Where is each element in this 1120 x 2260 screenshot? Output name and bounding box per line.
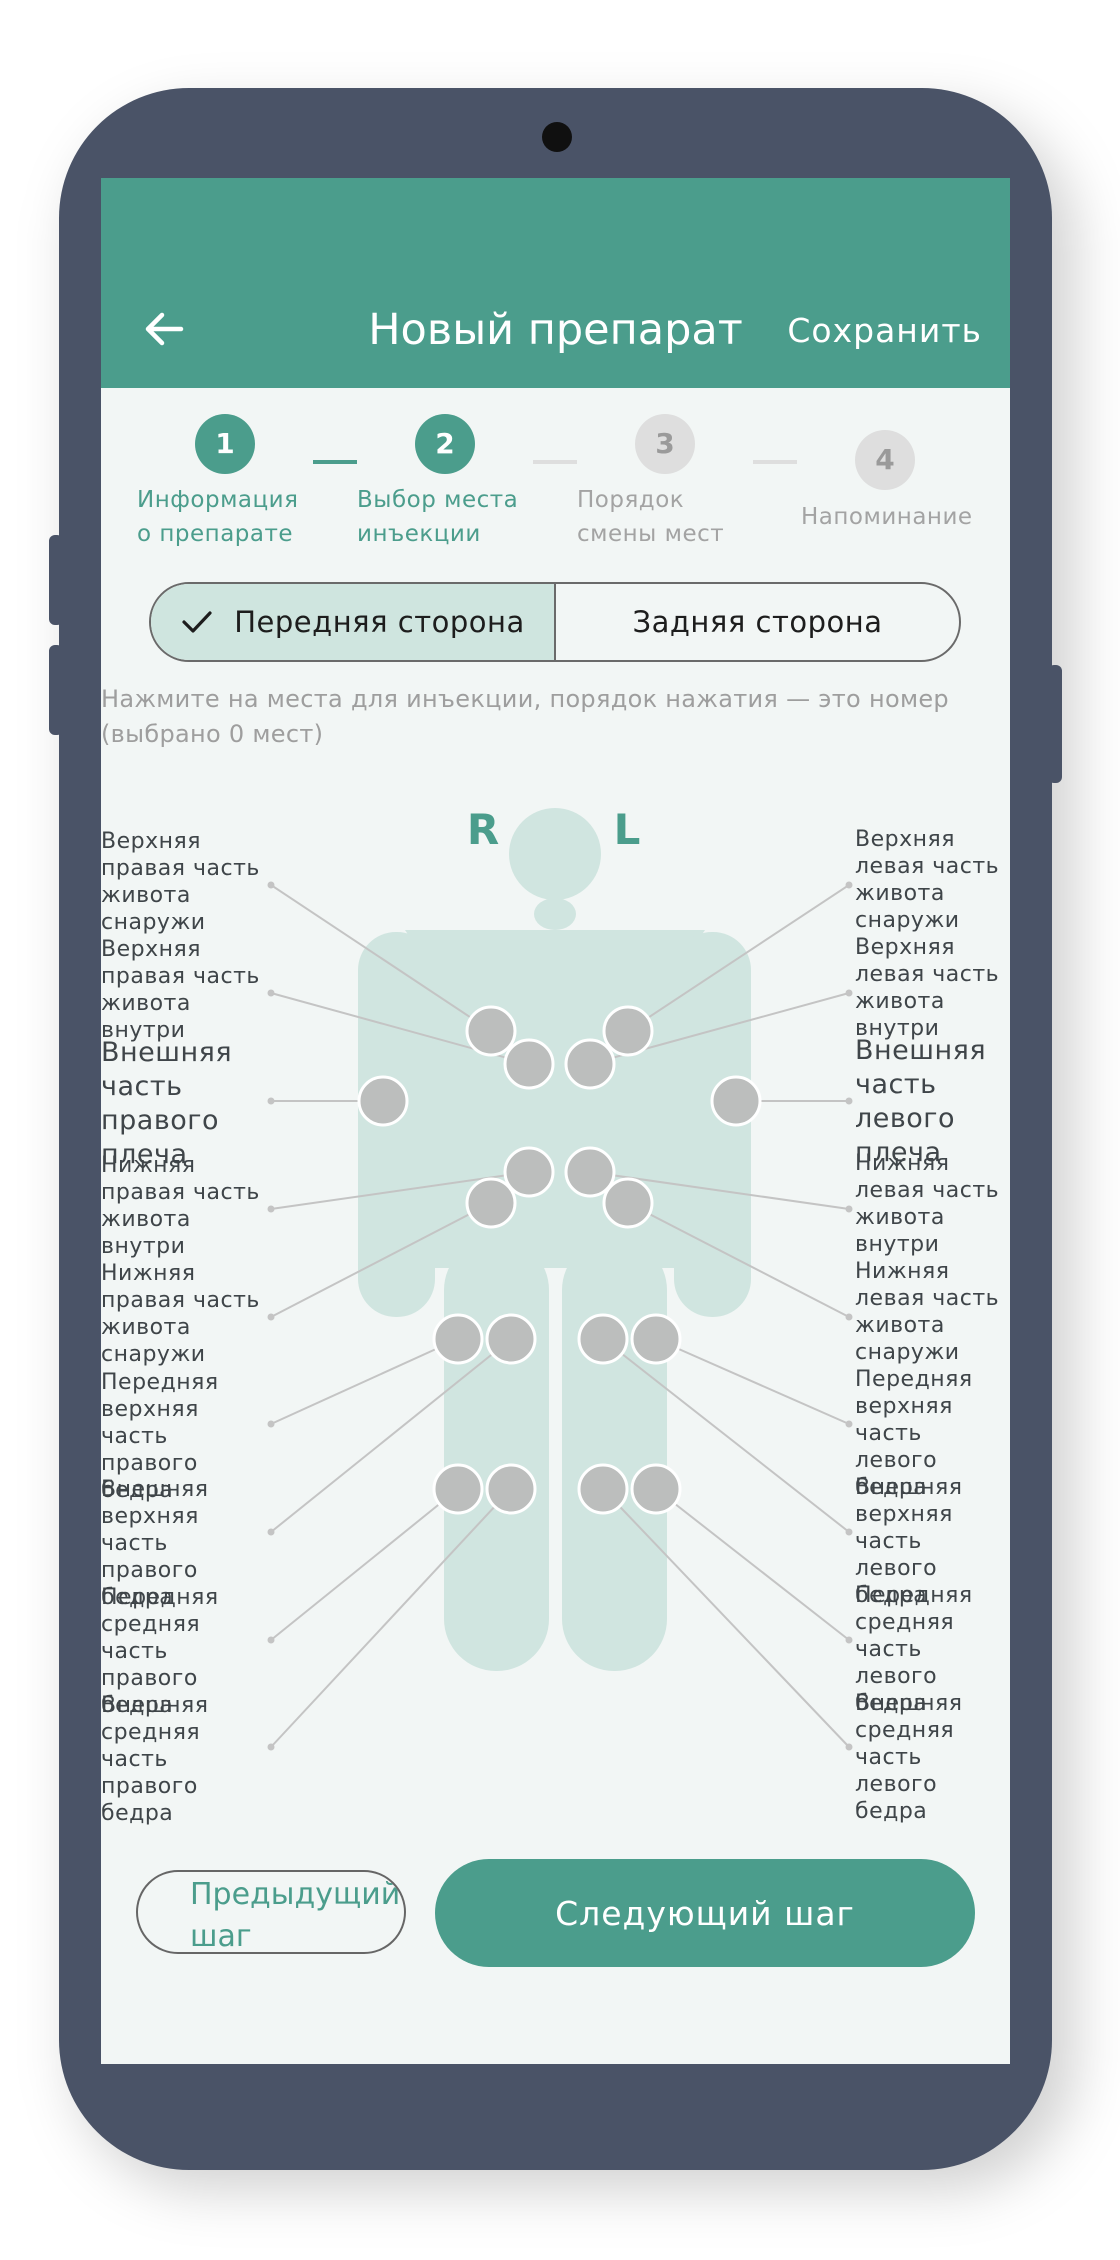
injection-site-right-lower-abdomen-outer[interactable] xyxy=(465,1177,517,1229)
injection-site-right-thigh-front-middle[interactable] xyxy=(432,1463,484,1515)
body-left-leg xyxy=(562,1238,667,1671)
body-head xyxy=(509,808,601,900)
injection-site-left-thigh-outer-middle[interactable] xyxy=(577,1463,629,1515)
site-label-right-upper-abdomen-inner[interactable]: Верхняя правая часть живота внутри xyxy=(101,936,271,1044)
front-camera xyxy=(542,122,572,152)
leader-end-left-thigh-front-middle xyxy=(845,1636,853,1644)
site-label-right-thigh-outer-middle[interactable]: Внешняя средняя часть правого бедра xyxy=(101,1692,271,1827)
injection-site-left-lower-abdomen-inner[interactable] xyxy=(564,1146,616,1198)
site-label-right-lower-abdomen-outer[interactable]: Нижняя правая часть живота снаружи xyxy=(101,1260,271,1368)
leader-line-left-thigh-front-upper xyxy=(655,1338,850,1425)
injection-site-right-thigh-outer-middle[interactable] xyxy=(485,1463,537,1515)
leader-end-left-thigh-outer-upper xyxy=(845,1528,853,1536)
leader-end-left-upper-abdomen-inner xyxy=(845,989,853,997)
site-label-left-upper-abdomen-outer[interactable]: Верхняя левая часть живота снаружи xyxy=(855,826,1010,934)
site-label-left-upper-abdomen-inner[interactable]: Верхняя левая часть живота внутри xyxy=(855,934,1010,1042)
injection-site-left-upper-abdomen-inner[interactable] xyxy=(564,1038,616,1090)
injection-site-right-upper-abdomen-outer[interactable] xyxy=(465,1005,517,1057)
leader-end-left-thigh-outer-middle xyxy=(845,1743,853,1751)
leader-end-left-lower-abdomen-inner xyxy=(845,1205,853,1213)
leader-line-left-thigh-front-middle xyxy=(655,1488,850,1641)
injection-site-right-upper-arm[interactable] xyxy=(357,1075,409,1127)
body-torso xyxy=(394,930,715,1268)
leader-end-left-lower-abdomen-outer xyxy=(845,1313,853,1321)
injection-site-right-lower-abdomen-inner[interactable] xyxy=(503,1146,555,1198)
injection-site-right-upper-abdomen-inner[interactable] xyxy=(503,1038,555,1090)
leader-end-left-upper-arm xyxy=(845,1097,853,1105)
site-label-right-lower-abdomen-inner[interactable]: Нижняя правая часть живота внутри xyxy=(101,1152,271,1260)
injection-site-left-thigh-outer-upper[interactable] xyxy=(577,1313,629,1365)
site-label-left-lower-abdomen-inner[interactable]: Нижняя левая часть живота внутри xyxy=(855,1150,1010,1258)
injection-site-right-thigh-front-upper[interactable] xyxy=(432,1313,484,1365)
site-label-left-lower-abdomen-outer[interactable]: Нижняя левая часть живота снаружи xyxy=(855,1258,1010,1366)
site-label-right-upper-abdomen-outer[interactable]: Верхняя правая часть живота снаружи xyxy=(101,828,271,936)
next-step-button[interactable]: Следующий шаг xyxy=(435,1859,975,1967)
previous-step-button[interactable]: Предыдущий шаг xyxy=(136,1870,406,1954)
right-side-letter: R xyxy=(467,805,499,854)
injection-site-left-thigh-front-upper[interactable] xyxy=(630,1313,682,1365)
site-label-left-thigh-outer-middle[interactable]: Внешняя средняя часть левого бедра xyxy=(855,1690,1010,1825)
leader-end-left-upper-abdomen-outer xyxy=(845,881,853,889)
leader-line-right-thigh-front-upper xyxy=(270,1338,459,1425)
leader-end-left-thigh-front-upper xyxy=(845,1420,853,1428)
injection-site-left-lower-abdomen-outer[interactable] xyxy=(602,1177,654,1229)
body-right-leg xyxy=(444,1238,549,1671)
injection-site-right-thigh-outer-upper[interactable] xyxy=(485,1313,537,1365)
leader-line-right-thigh-front-middle xyxy=(270,1488,459,1641)
injection-site-left-thigh-front-middle[interactable] xyxy=(630,1463,682,1515)
body-silhouette xyxy=(358,808,751,1671)
left-side-letter: L xyxy=(614,805,641,854)
body-neck xyxy=(534,898,576,930)
injection-site-left-upper-abdomen-outer[interactable] xyxy=(602,1005,654,1057)
app-screen: Новый препарат Сохранить 1 2 3 4 Информа… xyxy=(101,178,1010,2064)
body-right-arm xyxy=(358,932,435,1317)
injection-site-left-upper-arm[interactable] xyxy=(710,1075,762,1127)
